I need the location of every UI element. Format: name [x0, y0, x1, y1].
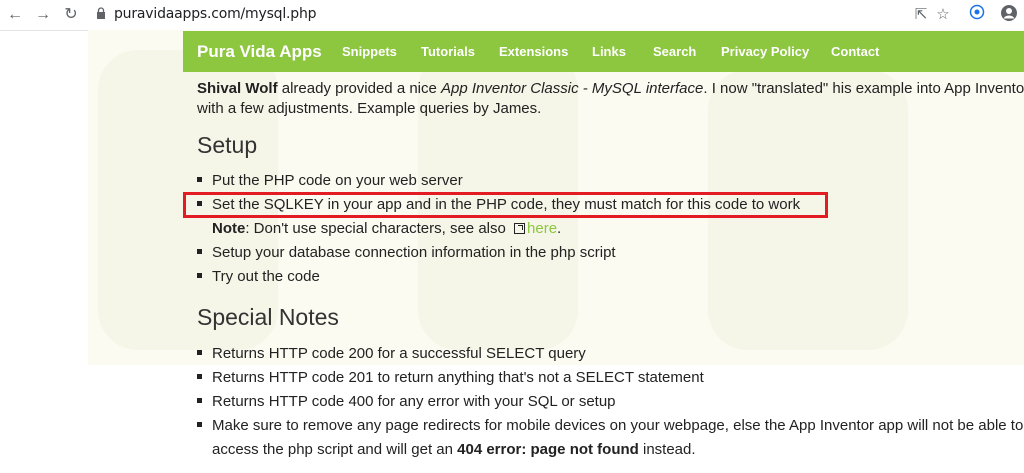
reload-icon[interactable]: ↻	[62, 6, 80, 24]
profile-icon[interactable]	[998, 4, 1020, 26]
special-item: Make sure to remove any page redirects f…	[197, 417, 1023, 434]
forward-icon[interactable]: →	[34, 6, 52, 24]
intro-italic: App Inventor Classic - MySQL interface	[441, 80, 704, 97]
site-brand[interactable]: Pura Vida Apps	[197, 42, 322, 62]
intro-text: already provided a nice	[277, 80, 442, 97]
browser-toolbar: ← → ↻ puravidaapps.com/mysql.php ⇱ ☆	[0, 0, 1024, 31]
external-link-icon	[514, 223, 526, 234]
setup-heading: Setup	[197, 132, 258, 158]
highlight-box	[183, 192, 828, 218]
nav-contact[interactable]: Contact	[831, 44, 879, 59]
setup-item: Try out the code	[197, 268, 320, 285]
setup-note: Note: Don't use special characters, see …	[212, 220, 562, 237]
nav-tutorials[interactable]: Tutorials	[421, 44, 475, 59]
special-item: Returns HTTP code 201 to return anything…	[197, 369, 704, 386]
setup-item: Put the PHP code on your web server	[197, 172, 463, 189]
nav-search[interactable]: Search	[653, 44, 696, 59]
share-icon[interactable]: ⇱	[910, 4, 932, 26]
intro-paragraph: Shival Wolf already provided a nice App …	[197, 79, 1024, 119]
note-here-link[interactable]: here	[527, 220, 557, 237]
address-bar[interactable]: puravidaapps.com/mysql.php	[92, 2, 972, 26]
special-item-continuation: access the php script and will get an 40…	[212, 441, 696, 458]
extension-icon[interactable]	[966, 4, 988, 26]
url-text: puravidaapps.com/mysql.php	[114, 6, 317, 22]
setup-item: Setup your database connection informati…	[197, 244, 616, 261]
special-item: Returns HTTP code 200 for a successful S…	[197, 345, 586, 362]
author-name: Shival Wolf	[197, 80, 278, 97]
special-item: Returns HTTP code 400 for any error with…	[197, 393, 616, 410]
nav-extensions[interactable]: Extensions	[499, 44, 568, 59]
nav-privacy-policy[interactable]: Privacy Policy	[721, 44, 809, 59]
nav-links[interactable]: Links	[592, 44, 626, 59]
star-icon[interactable]: ☆	[932, 4, 954, 26]
intro-text-2: . I now "translated" his example into Ap…	[703, 80, 1024, 97]
special-notes-heading: Special Notes	[197, 304, 339, 330]
back-icon[interactable]: ←	[6, 6, 24, 24]
site-header: Pura Vida Apps Snippets Tutorials Extens…	[183, 31, 1024, 72]
nav-snippets[interactable]: Snippets	[342, 44, 397, 59]
intro-line-2: with a few adjustments. Example queries …	[197, 100, 542, 117]
lock-icon	[97, 7, 105, 19]
